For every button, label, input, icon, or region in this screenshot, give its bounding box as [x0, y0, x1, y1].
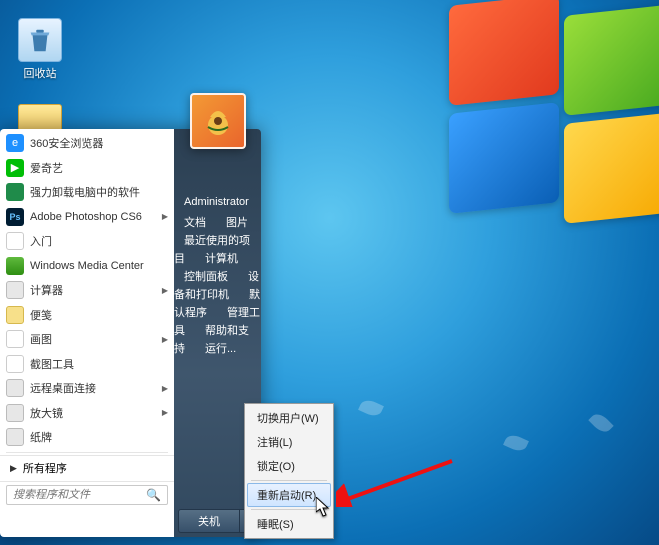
- mouse-cursor: [316, 497, 330, 517]
- desktop[interactable]: 回收站 e 360安全浏览器 ▶ 爱奇艺强力卸载电脑中的软件 Ps Adobe Photo…: [0, 0, 659, 545]
- program-label: 强力卸载电脑中的软件: [30, 184, 140, 200]
- program-label: 放大镜: [30, 405, 63, 421]
- unin-icon: [6, 183, 24, 201]
- user-name-link[interactable]: Administrator: [174, 191, 261, 213]
- program-item-8[interactable]: 画图 ▶: [0, 327, 174, 352]
- program-item-2[interactable]: 强力卸载电脑中的软件: [0, 180, 174, 205]
- program-item-6[interactable]: 计算器 ▶: [0, 278, 174, 303]
- search-icon: 🔍: [146, 488, 161, 502]
- wmc-icon: [6, 257, 24, 275]
- program-item-5[interactable]: Windows Media Center: [0, 254, 174, 279]
- user-avatar[interactable]: [190, 93, 246, 149]
- search-input[interactable]: [6, 485, 168, 505]
- submenu-item-0[interactable]: 切换用户(W): [247, 406, 331, 430]
- all-programs-label: 所有程序: [23, 460, 67, 476]
- snip-icon: [6, 355, 24, 373]
- submenu-arrow-icon: ▶: [162, 384, 168, 393]
- program-item-11[interactable]: 放大镜 ▶: [0, 401, 174, 426]
- program-item-3[interactable]: Ps Adobe Photoshop CS6 ▶: [0, 205, 174, 230]
- program-item-0[interactable]: e 360安全浏览器: [0, 131, 174, 156]
- program-label: 爱奇艺: [30, 160, 63, 176]
- program-item-4[interactable]: 入门: [0, 229, 174, 254]
- program-item-7[interactable]: 便笺: [0, 303, 174, 328]
- program-item-1[interactable]: ▶ 爱奇艺: [0, 156, 174, 181]
- program-label: 远程桌面连接: [30, 380, 96, 396]
- magni-icon: [6, 404, 24, 422]
- start-menu-left-pane: e 360安全浏览器 ▶ 爱奇艺强力卸载电脑中的软件 Ps Adobe Photoshop…: [0, 129, 174, 537]
- submenu-arrow-icon: ▶: [162, 408, 168, 417]
- zhipai-icon: [6, 428, 24, 446]
- wallpaper-leaf: [588, 410, 613, 435]
- recycle-bin-label: 回收站: [10, 65, 70, 81]
- ie-icon: e: [6, 134, 24, 152]
- submenu-item-2[interactable]: 锁定(O): [247, 454, 331, 478]
- program-item-12[interactable]: 纸牌: [0, 425, 174, 450]
- program-label: Adobe Photoshop CS6: [30, 211, 142, 223]
- rdp-icon: [6, 379, 24, 397]
- program-label: 计算器: [30, 282, 63, 298]
- separator: [251, 480, 327, 481]
- annotation-arrow: [336, 457, 456, 507]
- windows-logo-wallpaper: [429, 0, 659, 300]
- program-label: 纸牌: [30, 429, 52, 445]
- start-search-box: 🔍: [0, 481, 174, 509]
- shutdown-submenu: 切换用户(W)注销(L)锁定(O)重新启动(R)睡眠(S): [244, 403, 334, 539]
- wallpaper-leaf: [503, 432, 529, 454]
- shutdown-button[interactable]: 关机: [178, 509, 239, 533]
- all-programs-button[interactable]: ▶ 所有程序: [0, 455, 174, 481]
- separator: [6, 452, 168, 453]
- submenu-item-1[interactable]: 注销(L): [247, 430, 331, 454]
- calc-icon: [6, 281, 24, 299]
- program-label: 360安全浏览器: [30, 135, 103, 151]
- program-label: 入门: [30, 233, 52, 249]
- program-label: 画图: [30, 331, 52, 347]
- start-menu: e 360安全浏览器 ▶ 爱奇艺强力卸载电脑中的软件 Ps Adobe Photoshop…: [0, 129, 261, 537]
- ps-icon: Ps: [6, 208, 24, 226]
- program-item-10[interactable]: 远程桌面连接 ▶: [0, 376, 174, 401]
- note-icon: [6, 306, 24, 324]
- program-item-9[interactable]: 截图工具: [0, 352, 174, 377]
- submenu-arrow-icon: ▶: [162, 335, 168, 344]
- submenu-arrow-icon: ▶: [162, 212, 168, 221]
- doc-icon: [6, 232, 24, 250]
- paint-icon: [6, 330, 24, 348]
- submenu-arrow-icon: ▶: [162, 286, 168, 295]
- program-label: 截图工具: [30, 356, 74, 372]
- wallpaper-leaf: [358, 397, 384, 419]
- recycle-bin-icon[interactable]: 回收站: [10, 18, 70, 81]
- program-label: Windows Media Center: [30, 260, 144, 272]
- program-label: 便笺: [30, 307, 52, 323]
- iqy-icon: ▶: [6, 159, 24, 177]
